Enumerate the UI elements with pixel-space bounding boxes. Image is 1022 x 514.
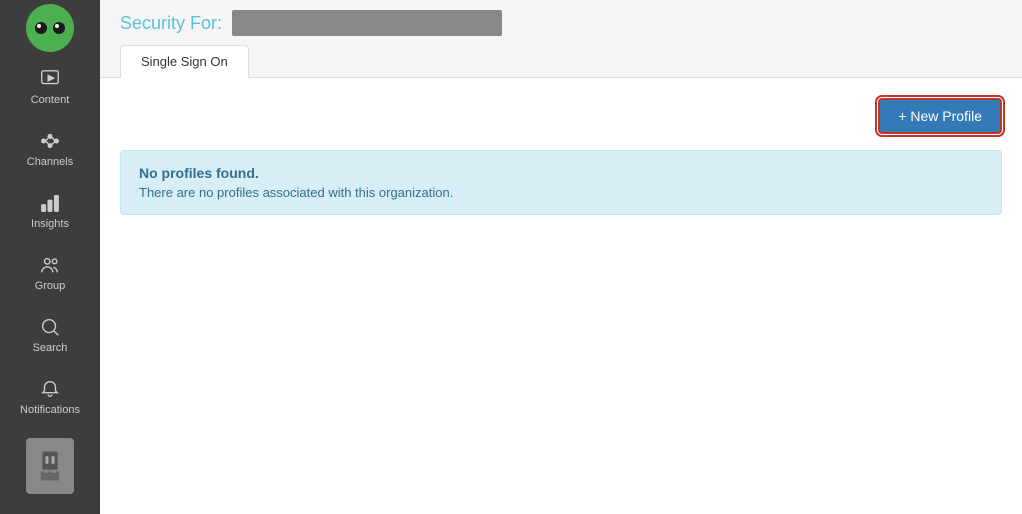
sidebar-item-content[interactable]: Content (0, 56, 100, 118)
play-icon (39, 68, 61, 90)
notifications-label: Notifications (20, 404, 80, 416)
security-for-value (232, 10, 502, 36)
avatar[interactable] (26, 438, 74, 494)
tabs-bar: Single Sign On (120, 44, 1002, 77)
alert-title: No profiles found. (139, 165, 983, 181)
content-label: Content (31, 94, 70, 106)
content-area: + New Profile No profiles found. There a… (100, 78, 1022, 514)
security-for-label: Security For: (120, 13, 222, 34)
group-label: Group (35, 280, 66, 292)
sidebar-bottom (0, 428, 100, 514)
sidebar: Content Channels Insights Group (0, 0, 100, 514)
bell-icon (39, 378, 61, 400)
sidebar-item-group[interactable]: Group (0, 242, 100, 304)
sidebar-item-insights[interactable]: Insights (0, 180, 100, 242)
search-label: Search (33, 342, 68, 354)
logo-eye-right (53, 22, 65, 34)
sidebar-item-notifications[interactable]: Notifications (0, 366, 100, 428)
logo-eye-left (35, 22, 47, 34)
insights-icon (39, 192, 61, 214)
group-icon (39, 254, 61, 276)
toolbar-row: + New Profile (120, 98, 1002, 134)
channels-icon (39, 130, 61, 152)
content-inner: + New Profile No profiles found. There a… (100, 78, 1022, 235)
tab-sso[interactable]: Single Sign On (120, 45, 249, 78)
no-profiles-alert: No profiles found. There are no profiles… (120, 150, 1002, 215)
sidebar-item-channels[interactable]: Channels (0, 118, 100, 180)
avatar-icon (36, 450, 64, 482)
search-icon (39, 316, 61, 338)
logo[interactable] (0, 0, 100, 56)
logo-circle (26, 4, 74, 52)
channels-label: Channels (27, 156, 73, 168)
logo-eyes (35, 22, 65, 34)
new-profile-button[interactable]: + New Profile (878, 98, 1002, 134)
sidebar-item-search[interactable]: Search (0, 304, 100, 366)
insights-label: Insights (31, 218, 69, 230)
alert-body: There are no profiles associated with th… (139, 185, 983, 200)
main-content: Security For: Single Sign On + New Profi… (100, 0, 1022, 514)
page-header: Security For: Single Sign On (100, 0, 1022, 78)
security-for-row: Security For: (120, 10, 1002, 44)
